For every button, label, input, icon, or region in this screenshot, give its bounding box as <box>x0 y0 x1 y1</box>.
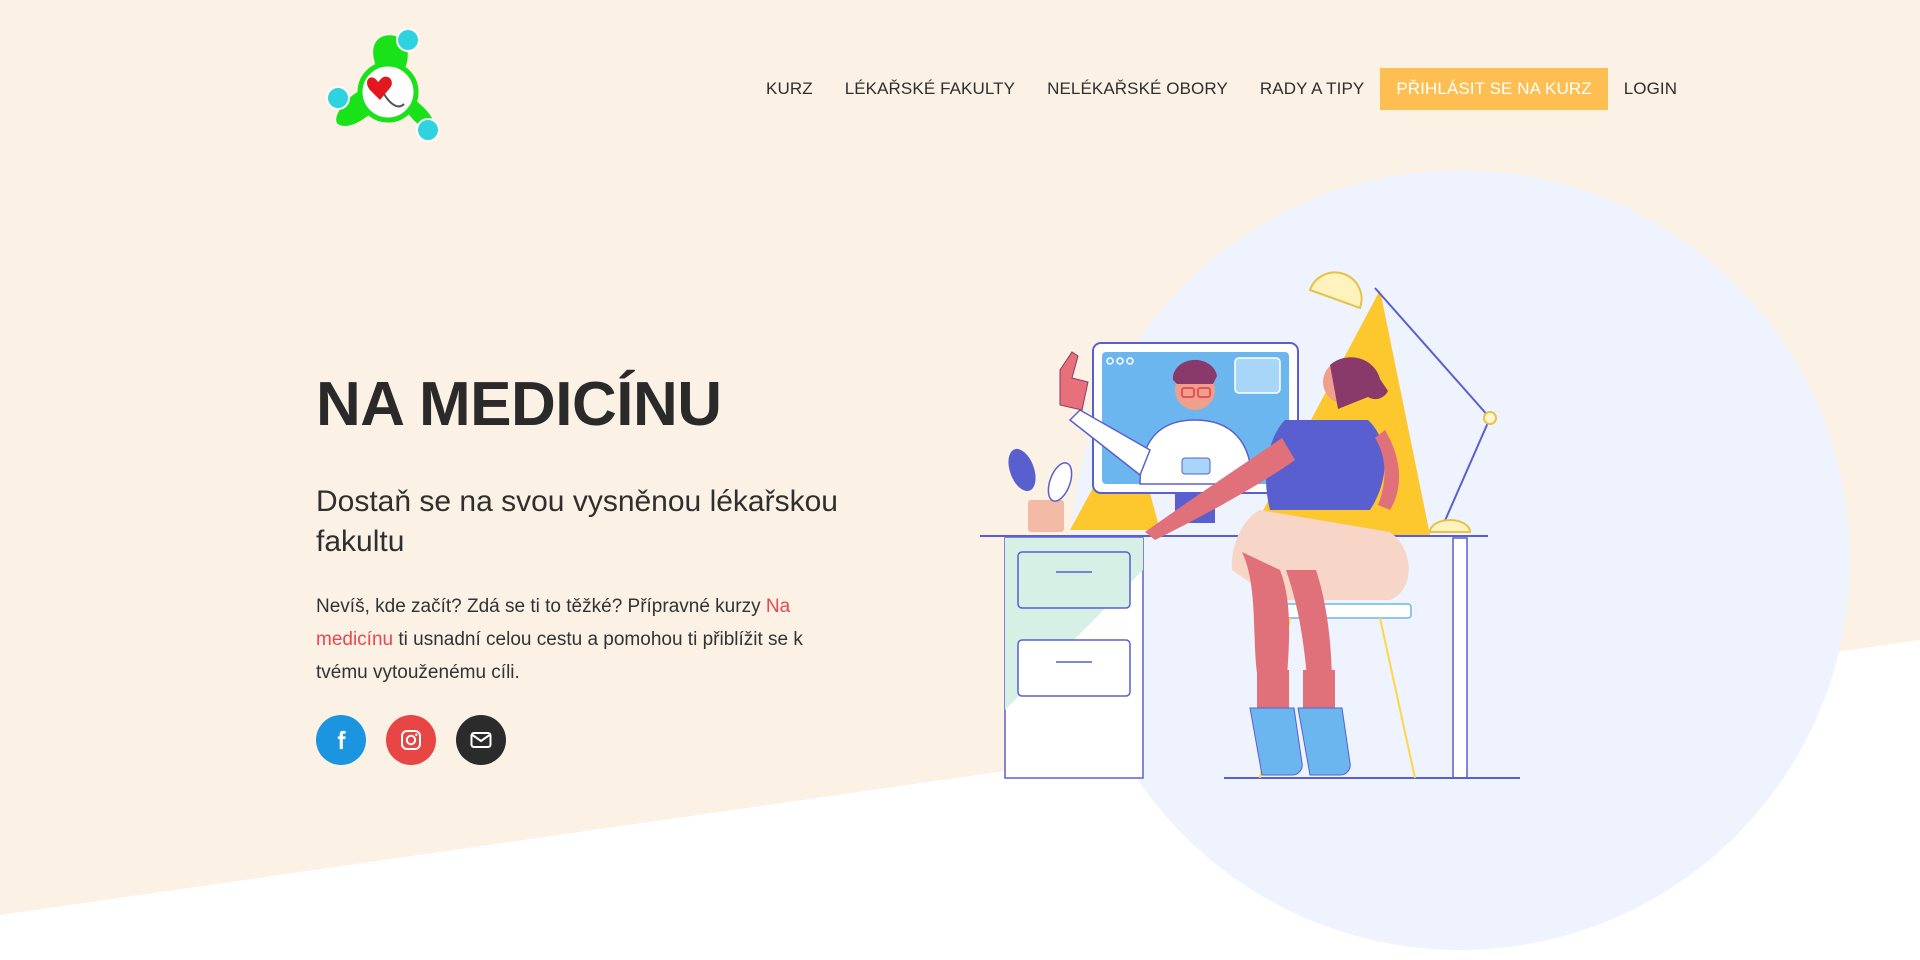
logo-icon[interactable] <box>320 24 450 144</box>
online-consultation-illustration <box>980 271 1520 779</box>
page-title: NA MEDICÍNU <box>316 370 722 439</box>
hero-description-start: Nevíš, kde začít? Zdá se ti to těžké? Př… <box>316 596 766 617</box>
nav-rady-a-tipy[interactable]: RADY A TIPY <box>1244 68 1380 110</box>
social-links <box>316 715 506 765</box>
facebook-button[interactable] <box>316 715 366 765</box>
nav-login[interactable]: LOGIN <box>1608 68 1693 110</box>
signup-course-button[interactable]: PŘIHLÁSIT SE NA KURZ <box>1380 68 1608 110</box>
main-nav: KURZ LÉKAŘSKÉ FAKULTY NELÉKAŘSKÉ OBORY R… <box>750 68 1693 110</box>
facebook-icon <box>337 730 346 750</box>
nav-nelekarske-obory[interactable]: NELÉKAŘSKÉ OBORY <box>1031 68 1244 110</box>
nav-lekarske-fakulty[interactable]: LÉKAŘSKÉ FAKULTY <box>829 68 1031 110</box>
hero-subtitle: Dostaň se na svou vysněnou lékařskou fak… <box>316 485 838 558</box>
nav-kurz[interactable]: KURZ <box>750 68 829 110</box>
envelope-icon <box>470 732 492 748</box>
hero-description: Nevíš, kde začít? Zdá se ti to těžké? Př… <box>316 590 816 689</box>
instagram-button[interactable] <box>386 715 436 765</box>
email-button[interactable] <box>456 715 506 765</box>
instagram-icon <box>401 730 421 750</box>
